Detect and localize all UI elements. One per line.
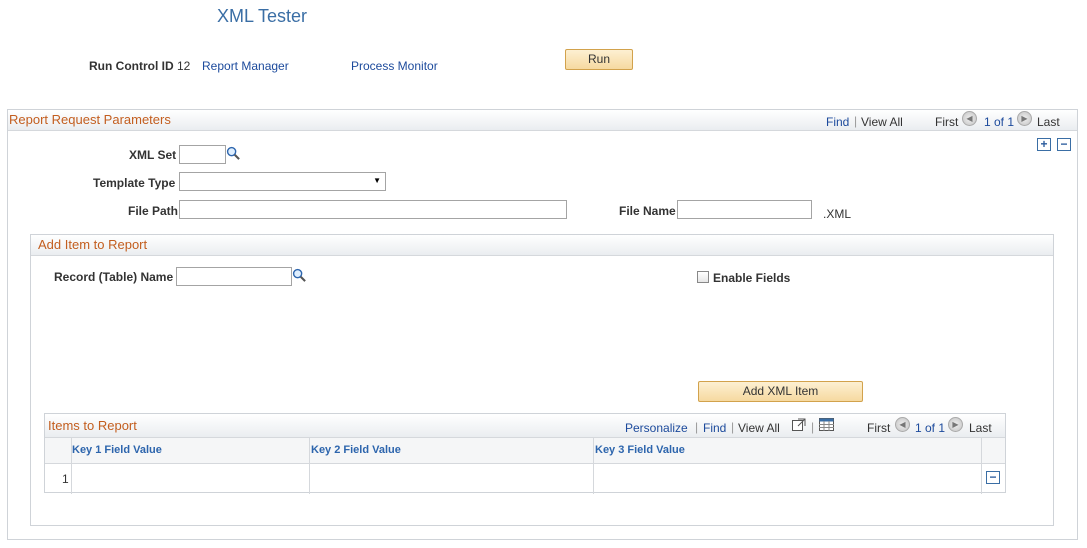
file-name-input[interactable] [677,200,812,219]
search-icon[interactable] [292,268,307,283]
column-header-key1[interactable]: Key 1 Field Value [72,444,162,456]
column-header-key2[interactable]: Key 2 Field Value [311,444,401,456]
items-view-all-link[interactable]: View All [738,421,780,435]
run-control-value: 12 [177,59,191,73]
column-divider [981,438,982,494]
record-name-input[interactable] [176,267,292,286]
params-first-label: First [935,115,959,129]
template-type-label: Template Type [93,176,176,190]
file-extension: .XML [823,207,852,221]
add-item-header [31,235,1053,256]
previous-icon[interactable]: ◀ [962,111,977,126]
enable-fields-label: Enable Fields [713,271,791,285]
separator: | [731,420,735,434]
run-button[interactable]: Run [565,49,633,70]
params-find-link[interactable]: Find [826,115,849,129]
row-number: 1 [62,472,69,486]
delete-row-icon[interactable]: − [986,471,1000,484]
items-find-link[interactable]: Find [703,421,726,435]
process-monitor-link[interactable]: Process Monitor [351,59,438,73]
column-divider [593,438,594,494]
column-header-key3[interactable]: Key 3 Field Value [595,444,685,456]
new-window-icon[interactable] [792,418,806,431]
add-row-icon[interactable]: + [1037,138,1051,151]
items-first-label: First [867,421,891,435]
separator: | [695,420,699,434]
report-manager-link[interactable]: Report Manager [202,59,289,73]
params-last-label: Last [1037,115,1060,129]
previous-icon[interactable]: ◀ [895,417,910,432]
separator: | [811,420,815,434]
search-icon[interactable] [226,146,241,161]
page-title: XML Tester [217,6,308,26]
params-pager: 1 of 1 [984,115,1015,129]
template-type-select[interactable]: ▼ [179,172,386,191]
add-xml-item-button[interactable]: Add XML Item [698,381,863,402]
items-title: Items to Report [48,418,137,433]
params-title: Report Request Parameters [9,112,171,127]
file-path-input[interactable] [179,200,567,219]
next-icon[interactable]: ▶ [948,417,963,432]
add-item-title: Add Item to Report [38,237,148,252]
xml-set-input[interactable] [179,145,226,164]
column-divider [309,438,310,494]
items-pager: 1 of 1 [915,421,946,435]
file-path-label: File Path [128,204,179,218]
download-grid-icon[interactable] [819,418,834,431]
separator: | [854,114,858,128]
personalize-link[interactable]: Personalize [625,421,688,435]
items-grid-header [45,414,1005,438]
params-view-all-link[interactable]: View All [861,115,903,129]
file-name-label: File Name [619,204,676,218]
items-column-header-row [45,438,1005,464]
enable-fields-checkbox[interactable] [697,271,709,283]
items-grid [44,413,1006,494]
dropdown-arrow-icon: ▼ [373,176,381,185]
record-name-label: Record (Table) Name [54,270,174,284]
items-last-label: Last [969,421,992,435]
delete-row-icon[interactable]: − [1057,138,1071,151]
xml-set-label: XML Set [129,148,177,162]
next-icon[interactable]: ▶ [1017,111,1032,126]
run-control-label: Run Control ID [89,59,174,73]
